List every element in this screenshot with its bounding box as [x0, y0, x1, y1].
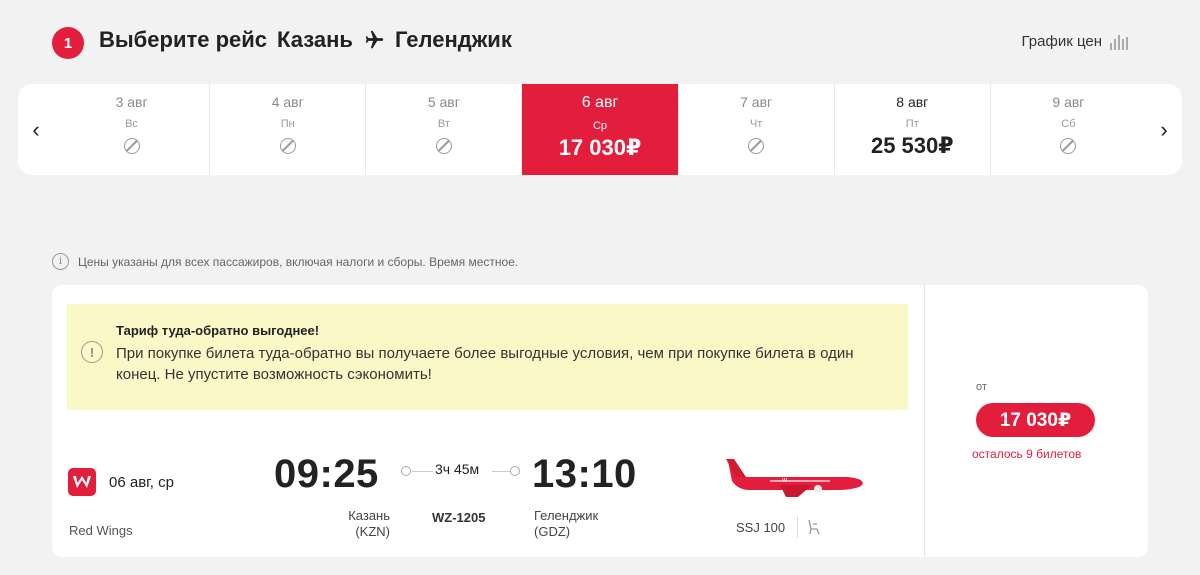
unavailable-icon	[748, 138, 765, 154]
step-badge: 1	[52, 27, 84, 59]
unavailable-icon	[279, 138, 296, 154]
date-label: 9 авг	[1052, 94, 1085, 110]
date-option[interactable]: 9 авг Сб	[989, 84, 1146, 175]
unavailable-icon	[123, 138, 140, 154]
date-label: 7 авг	[740, 94, 773, 110]
airline-name: Red Wings	[69, 523, 133, 538]
promo-banner: ! Тариф туда-обратно выгоднее! При покуп…	[67, 304, 908, 410]
date-option[interactable]: 4 авг Пн	[209, 84, 365, 175]
chevron-left-icon[interactable]: ‹	[18, 84, 54, 175]
weekday-label: Сб	[1061, 118, 1076, 130]
flight-duration: 3ч 45м	[435, 461, 480, 477]
weekday-label: Вт	[437, 118, 450, 130]
date-option[interactable]: 7 авг Чт	[677, 84, 834, 175]
price-info-text: Цены указаны для всех пассажиров, включа…	[78, 254, 519, 269]
weekday-label: Вс	[125, 118, 138, 130]
date-list: 3 авг Вс 4 авг Пн 5 авг Вт 6 авг Ср 17 030₽ 7 авг…	[54, 84, 1146, 175]
departure-airport: Казань (KZN)	[322, 508, 390, 540]
weekday-label: Ср	[592, 120, 608, 132]
date-price: 17 030₽	[558, 135, 642, 160]
date-label: 8 авг	[896, 94, 929, 110]
date-label: 4 авг	[271, 94, 304, 110]
flight-date: 06 авг, ср	[109, 474, 174, 491]
date-price: 25 530₽	[870, 133, 954, 158]
price-chart-link[interactable]: График цен	[1022, 33, 1128, 50]
page-title: Выберите рейс Казань Геленджик	[99, 27, 512, 53]
promo-text: При покупке билета туда-обратно вы получ…	[116, 345, 854, 383]
title-prefix: Выберите рейс	[99, 27, 268, 52]
date-label: 5 авг	[427, 94, 460, 110]
date-option[interactable]: 5 авг Вт	[365, 84, 521, 175]
departure-time: 09:25	[274, 452, 379, 496]
weekday-label: Пт	[905, 118, 919, 130]
bar-chart-icon	[1110, 34, 1128, 50]
tickets-left: осталось 9 билетов	[972, 447, 1082, 461]
promo-title: Тариф туда-обратно выгоднее!	[116, 323, 320, 338]
date-selector: ‹ 3 авг Вс 4 авг Пн 5 авг Вт 6 авг Ср 17 030₽ 7 а…	[18, 84, 1182, 175]
aircraft-image: W	[720, 451, 868, 501]
date-label: 6 авг	[581, 94, 619, 111]
svg-text:W: W	[782, 478, 787, 484]
date-option[interactable]: 3 авг Вс	[54, 84, 209, 175]
card-divider	[924, 285, 925, 557]
warning-icon: !	[81, 341, 103, 363]
weekday-label: Чт	[749, 118, 763, 130]
price-chart-label: График цен	[1021, 33, 1102, 50]
aircraft-divider	[797, 516, 798, 538]
destination-city: Геленджик	[394, 27, 512, 52]
unavailable-icon	[1060, 138, 1077, 154]
airplane-icon	[363, 29, 385, 51]
price-from-label: от	[976, 381, 987, 393]
arrival-code: (GDZ)	[534, 524, 571, 539]
weekday-label: Пн	[280, 118, 295, 130]
page-header: 1 Выберите рейс Казань Геленджик График …	[0, 0, 1200, 80]
select-price-button[interactable]: 17 030₽	[976, 403, 1095, 437]
arrival-city: Геленджик	[534, 508, 599, 523]
origin-city: Казань	[277, 27, 353, 52]
arrival-airport: Геленджик (GDZ)	[534, 508, 598, 540]
date-label: 3 авг	[115, 94, 148, 110]
date-option[interactable]: 6 авг Ср 17 030₽	[521, 84, 678, 175]
aircraft-type: SSJ 100	[736, 520, 786, 535]
flight-number: WZ-1205	[432, 510, 486, 525]
unavailable-icon	[435, 138, 452, 154]
chevron-right-icon[interactable]: ›	[1146, 84, 1182, 175]
arrival-time: 13:10	[532, 452, 637, 496]
departure-code: (KZN)	[355, 524, 390, 539]
info-icon: i	[52, 253, 69, 270]
price-info-note: i Цены указаны для всех пассажиров, вклю…	[52, 253, 518, 270]
seat-icon[interactable]	[807, 519, 821, 535]
date-option[interactable]: 8 авг Пт 25 530₽	[833, 84, 990, 175]
airline-logo-icon	[68, 468, 96, 496]
departure-city: Казань	[348, 508, 390, 523]
